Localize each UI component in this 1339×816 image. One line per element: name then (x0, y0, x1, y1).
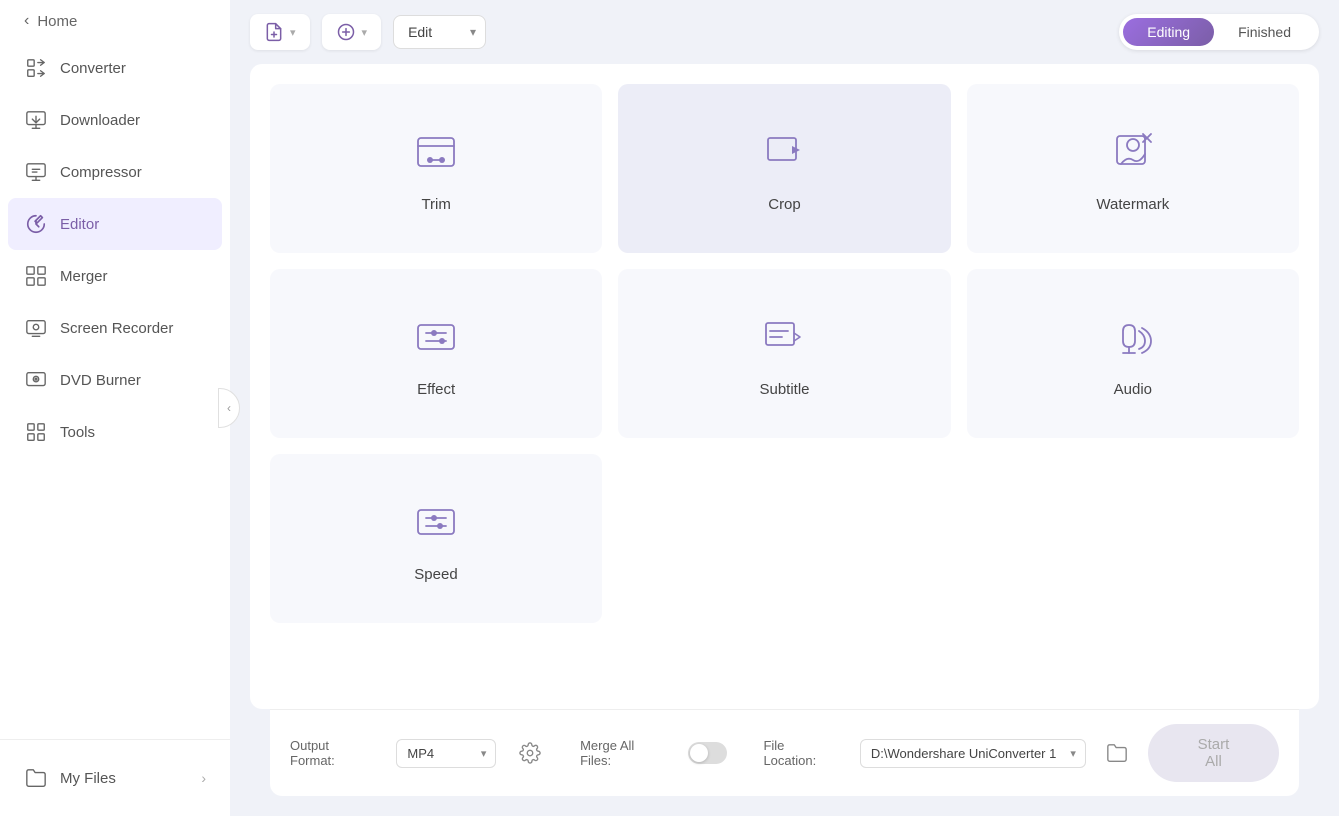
sidebar-item-tools[interactable]: Tools (0, 406, 230, 458)
edit-dropdown-wrap[interactable]: Edit Trim Crop Effect Subtitle Audio (393, 15, 486, 49)
file-location-select-wrap[interactable]: D:\Wondershare UniConverter 1 (860, 739, 1086, 768)
sidebar-item-label: Converter (60, 60, 126, 77)
crop-card[interactable]: Crop (618, 84, 950, 253)
converter-icon (24, 56, 48, 80)
tools-icon (24, 420, 48, 444)
cards-container: Trim Crop (250, 64, 1319, 709)
my-files-icon (24, 766, 48, 790)
sidebar-item-label: Tools (60, 424, 95, 441)
toggle-editing[interactable]: Editing (1123, 18, 1214, 46)
watermark-icon (1105, 124, 1161, 180)
file-location-select[interactable]: D:\Wondershare UniConverter 1 (860, 739, 1086, 768)
audio-icon (1105, 309, 1161, 365)
watermark-label: Watermark (1096, 196, 1169, 213)
sidebar-item-label: My Files (60, 770, 116, 787)
sidebar: ‹ Home Converter Downloader (0, 0, 230, 816)
sidebar-item-label: Editor (60, 216, 99, 233)
merge-toggle[interactable] (688, 742, 728, 764)
home-nav[interactable]: ‹ Home (0, 0, 230, 42)
effect-icon (408, 309, 464, 365)
compressor-icon (24, 160, 48, 184)
sidebar-item-label: Downloader (60, 112, 140, 129)
crop-icon (756, 124, 812, 180)
add-file-dropdown-arrow: ▾ (290, 26, 296, 39)
toolbar: ▾ ▾ Edit Trim Crop Effect Subtitle Audio (230, 0, 1339, 64)
toggle-finished[interactable]: Finished (1214, 18, 1315, 46)
edit-dropdown[interactable]: Edit Trim Crop Effect Subtitle Audio (393, 15, 486, 49)
trim-card[interactable]: Trim (270, 84, 602, 253)
cards-content: Trim Crop (230, 64, 1339, 816)
effect-card[interactable]: Effect (270, 269, 602, 438)
file-location-label: File Location: (763, 738, 839, 768)
sidebar-item-merger[interactable]: Merger (0, 250, 230, 302)
chevron-right-icon: › (201, 770, 206, 786)
sidebar-item-compressor[interactable]: Compressor (0, 146, 230, 198)
subtitle-icon (756, 309, 812, 365)
cards-row-2: Effect Subtitle (270, 269, 1299, 438)
speed-label: Speed (414, 566, 457, 583)
bottom-bar: Output Format: MP4 MOV AVI MKV WMV Merge… (270, 709, 1299, 796)
downloader-icon (24, 108, 48, 132)
cards-row-3: Speed (270, 454, 1299, 623)
sidebar-item-dvd-burner[interactable]: DVD Burner (0, 354, 230, 406)
start-all-button[interactable]: Start All (1148, 724, 1279, 782)
sidebar-item-screen-recorder[interactable]: Screen Recorder (0, 302, 230, 354)
sidebar-item-downloader[interactable]: Downloader (0, 94, 230, 146)
add-file-button[interactable]: ▾ (250, 14, 310, 50)
audio-card[interactable]: Audio (967, 269, 1299, 438)
speed-icon (408, 494, 464, 550)
sidebar-item-label: Compressor (60, 164, 142, 181)
output-format-select-wrap[interactable]: MP4 MOV AVI MKV WMV (396, 739, 496, 768)
sidebar-item-label: Merger (60, 268, 108, 285)
trim-label: Trim (421, 196, 450, 213)
watermark-card[interactable]: Watermark (967, 84, 1299, 253)
editing-toggle-group: Editing Finished (1119, 14, 1319, 50)
subtitle-card[interactable]: Subtitle (618, 269, 950, 438)
audio-label: Audio (1114, 381, 1152, 398)
editor-icon (24, 212, 48, 236)
cards-row-1: Trim Crop (270, 84, 1299, 253)
back-arrow-icon: ‹ (24, 12, 29, 30)
sidebar-item-editor[interactable]: Editor (8, 198, 222, 250)
home-label: Home (37, 13, 77, 30)
format-settings-button[interactable] (516, 739, 544, 767)
speed-card[interactable]: Speed (270, 454, 602, 623)
sidebar-item-label: Screen Recorder (60, 320, 173, 337)
add-icon-dropdown-arrow: ▾ (362, 26, 368, 39)
output-format-label: Output Format: (290, 738, 376, 768)
sidebar-item-my-files[interactable]: My Files › (0, 752, 230, 804)
browse-folder-button[interactable] (1106, 742, 1128, 764)
sidebar-item-converter[interactable]: Converter (0, 42, 230, 94)
subtitle-label: Subtitle (759, 381, 809, 398)
main-content: ▾ ▾ Edit Trim Crop Effect Subtitle Audio (230, 0, 1339, 816)
add-icon-button[interactable]: ▾ (322, 14, 382, 50)
effect-label: Effect (417, 381, 455, 398)
merge-label: Merge All Files: (580, 738, 668, 768)
output-format-select[interactable]: MP4 MOV AVI MKV WMV (396, 739, 496, 768)
sidebar-item-label: DVD Burner (60, 372, 141, 389)
dvd-burner-icon (24, 368, 48, 392)
merger-icon (24, 264, 48, 288)
screen-recorder-icon (24, 316, 48, 340)
trim-icon (408, 124, 464, 180)
crop-label: Crop (768, 196, 801, 213)
